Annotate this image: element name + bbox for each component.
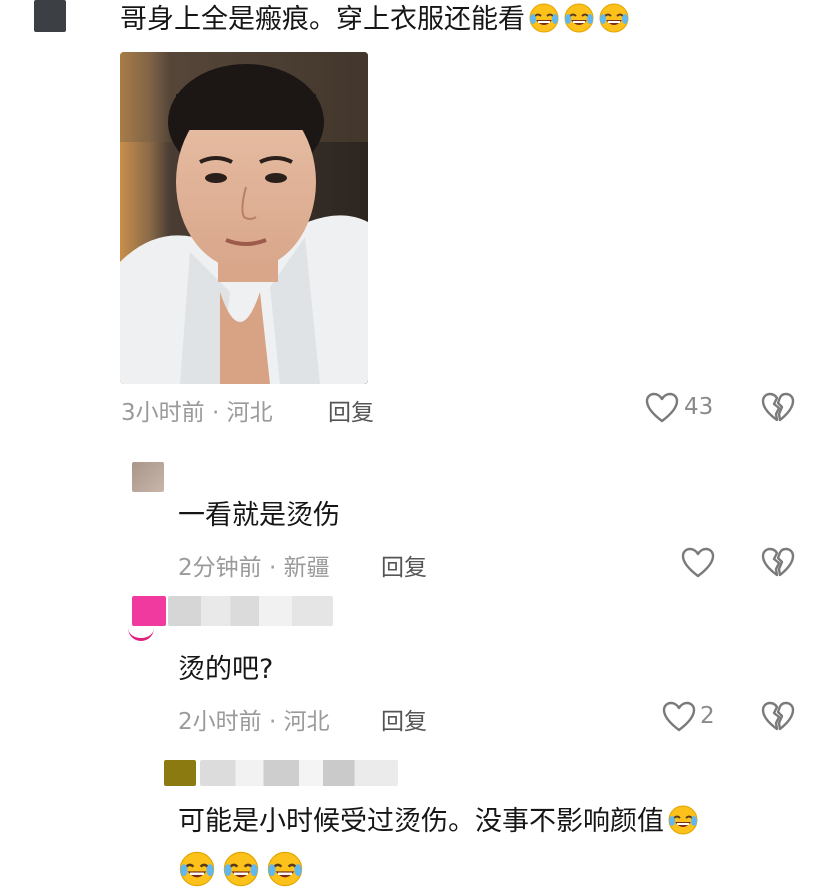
like-count: 43 — [684, 394, 714, 420]
broken-heart-icon[interactable] — [761, 392, 795, 424]
comment-photo[interactable] — [120, 52, 368, 384]
broken-heart-icon[interactable] — [761, 547, 795, 579]
reply-button[interactable]: 回复 — [381, 548, 427, 582]
broken-heart-icon[interactable] — [761, 701, 795, 733]
rofl-emoji-icon — [667, 804, 699, 836]
reply-button[interactable]: 回复 — [381, 702, 427, 736]
comment-text: 一看就是烫伤 — [178, 500, 340, 531]
rofl-emoji-icon — [598, 2, 630, 34]
rofl-emoji-icon — [528, 2, 560, 34]
comment-text: 哥身上全是瘢痕。穿上衣服还能看 — [120, 4, 525, 35]
comment-meta: 2分钟前 · 新疆 — [178, 555, 330, 581]
comment-text-row: 哥身上全是瘢痕。穿上衣服还能看 — [120, 2, 630, 38]
avatar[interactable] — [132, 462, 164, 492]
emoji-row — [178, 850, 304, 888]
comment-text: 可能是小时候受过烫伤。没事不影响颜值 — [178, 806, 664, 837]
avatar[interactable] — [164, 760, 196, 786]
rofl-emoji-icon — [178, 850, 216, 888]
avatar[interactable] — [34, 0, 66, 32]
comment-meta: 2小时前 · 河北 — [178, 709, 330, 735]
avatar[interactable] — [132, 596, 166, 626]
heart-outline-icon[interactable] — [681, 547, 715, 579]
rofl-emoji-icon — [266, 850, 304, 888]
rofl-emoji-icon — [222, 850, 260, 888]
comment-text: 烫的吧? — [178, 654, 274, 685]
avatar-ring — [128, 628, 154, 641]
heart-outline-icon[interactable] — [645, 392, 679, 424]
rofl-emoji-icon — [563, 2, 595, 34]
comment-meta: 3小时前 · 河北 — [121, 400, 273, 426]
reply-button[interactable]: 回复 — [328, 393, 374, 427]
heart-outline-icon[interactable] — [662, 701, 696, 733]
username-blurred[interactable] — [168, 596, 333, 626]
username-blurred[interactable] — [200, 760, 398, 786]
comment-text-row: 可能是小时候受过烫伤。没事不影响颜值 — [178, 804, 699, 840]
like-count: 2 — [700, 703, 715, 729]
comment-thread: 哥身上全是瘢痕。穿上衣服还能看 3小时前 · 河北 回复 43 一看就是烫伤 2… — [0, 0, 828, 895]
